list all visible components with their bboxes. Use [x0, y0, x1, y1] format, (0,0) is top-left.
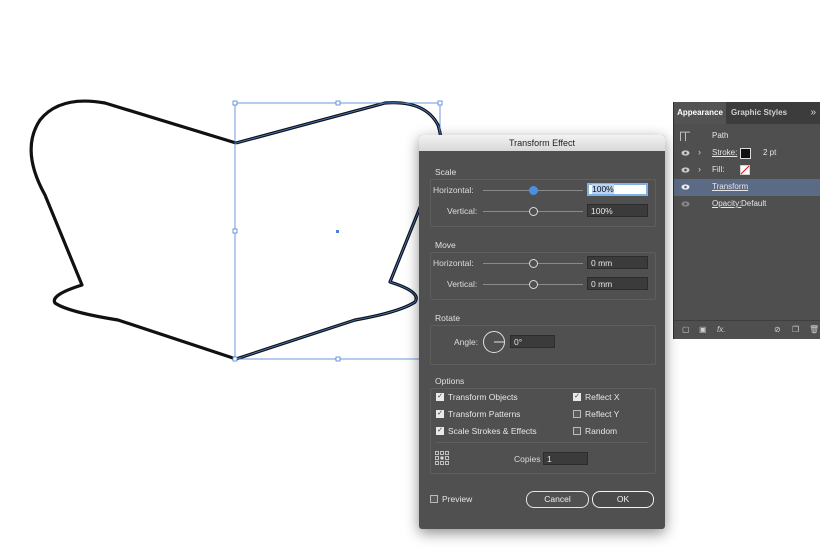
visibility-eye-icon[interactable]: [681, 200, 690, 208]
options-section-label: Options: [435, 376, 465, 386]
scale-section-label: Scale: [435, 167, 457, 177]
appearance-opacity-label[interactable]: Opacity:: [712, 199, 741, 208]
cancel-button[interactable]: Cancel: [526, 491, 589, 508]
opacity-value: Default: [741, 199, 767, 208]
transform-patterns-checkbox[interactable]: ✓: [436, 410, 444, 418]
scale-strokes-label: Scale Strokes & Effects: [448, 426, 537, 436]
panel-menu-icon[interactable]: »: [810, 102, 816, 124]
copies-label: Copies: [514, 454, 541, 464]
move-vertical-knob[interactable]: [529, 280, 538, 289]
clear-appearance-icon[interactable]: ⊘: [774, 325, 781, 334]
move-horizontal-knob[interactable]: [529, 259, 538, 268]
fill-none-swatch-icon[interactable]: [740, 165, 750, 175]
transform-objects-checkbox[interactable]: ✓: [436, 393, 444, 401]
copies-input[interactable]: 1: [543, 452, 588, 465]
dialog-title: Transform Effect: [419, 135, 665, 151]
appearance-row-path[interactable]: Path: [674, 128, 820, 145]
scale-vertical-knob[interactable]: [529, 207, 538, 216]
preview-checkbox[interactable]: [430, 495, 438, 503]
move-horizontal-input[interactable]: 0 mm: [587, 256, 648, 269]
tab-graphic-styles[interactable]: Graphic Styles: [731, 102, 787, 124]
scale-strokes-checkbox[interactable]: ✓: [436, 427, 444, 435]
visibility-eye-icon[interactable]: [681, 166, 690, 174]
appearance-path-label: Path: [712, 131, 729, 140]
tab-appearance[interactable]: Appearance: [674, 102, 726, 124]
reflect-x-label: Reflect X: [585, 392, 620, 402]
appearance-transform-label[interactable]: Transform: [712, 182, 748, 191]
appearance-fill-label[interactable]: Fill:: [712, 165, 724, 174]
reflect-x-checkbox[interactable]: ✓: [573, 393, 581, 401]
add-new-stroke-icon[interactable]: ▢: [682, 325, 690, 334]
move-section-label: Move: [435, 240, 456, 250]
reference-point-locator-icon[interactable]: [435, 451, 449, 465]
options-divider: [436, 442, 648, 443]
appearance-row-opacity[interactable]: Opacity: Default: [674, 196, 820, 213]
reflect-y-checkbox[interactable]: [573, 410, 581, 418]
visibility-eye-icon[interactable]: [681, 183, 690, 191]
chevron-right-icon[interactable]: ›: [698, 147, 701, 157]
duplicate-item-icon[interactable]: ❐: [792, 325, 799, 334]
appearance-panel-footer: ▢ ▣ fx. ⊘ ❐ 🗑: [674, 320, 820, 339]
move-vertical-input[interactable]: 0 mm: [587, 277, 648, 290]
chevron-right-icon[interactable]: ›: [698, 164, 701, 174]
reflect-y-label: Reflect Y: [585, 409, 620, 419]
random-label: Random: [585, 426, 618, 436]
selection-center-point: [336, 230, 339, 233]
appearance-row-transform[interactable]: Transform: [674, 179, 820, 196]
transform-effect-dialog: Transform Effect Scale Horizontal: 100% …: [419, 135, 665, 529]
rotate-section-label: Rotate: [435, 313, 461, 323]
add-new-fill-icon[interactable]: ▣: [699, 325, 707, 334]
angle-dial-icon[interactable]: [482, 330, 506, 354]
transform-patterns-label: Transform Patterns: [448, 409, 521, 419]
appearance-stroke-label[interactable]: Stroke:: [712, 148, 737, 157]
scale-vertical-input[interactable]: 100%: [587, 204, 648, 217]
stroke-swatch[interactable]: [740, 148, 751, 159]
delete-item-icon[interactable]: 🗑: [809, 325, 819, 334]
scale-horizontal-input[interactable]: 100%: [587, 183, 648, 196]
shape-left-half[interactable]: [29, 99, 237, 361]
random-checkbox[interactable]: [573, 427, 581, 435]
appearance-panel-tabs: Appearance Graphic Styles »: [674, 102, 820, 124]
ok-button[interactable]: OK: [592, 491, 654, 508]
add-effect-icon[interactable]: fx.: [717, 325, 725, 334]
preview-label: Preview: [442, 494, 473, 504]
visibility-eye-icon[interactable]: [681, 149, 690, 157]
scale-horizontal-knob[interactable]: [529, 186, 538, 195]
angle-input[interactable]: 0°: [510, 335, 555, 348]
angle-label: Angle:: [454, 337, 479, 347]
transform-objects-label: Transform Objects: [448, 392, 518, 402]
path-thumbnail-icon: [680, 131, 690, 141]
appearance-row-stroke[interactable]: › Stroke: 2 pt: [674, 145, 820, 162]
stroke-weight-value: 2 pt: [763, 148, 777, 157]
appearance-panel: Appearance Graphic Styles » Path › Strok…: [673, 102, 820, 339]
appearance-row-fill[interactable]: › Fill:: [674, 162, 820, 179]
